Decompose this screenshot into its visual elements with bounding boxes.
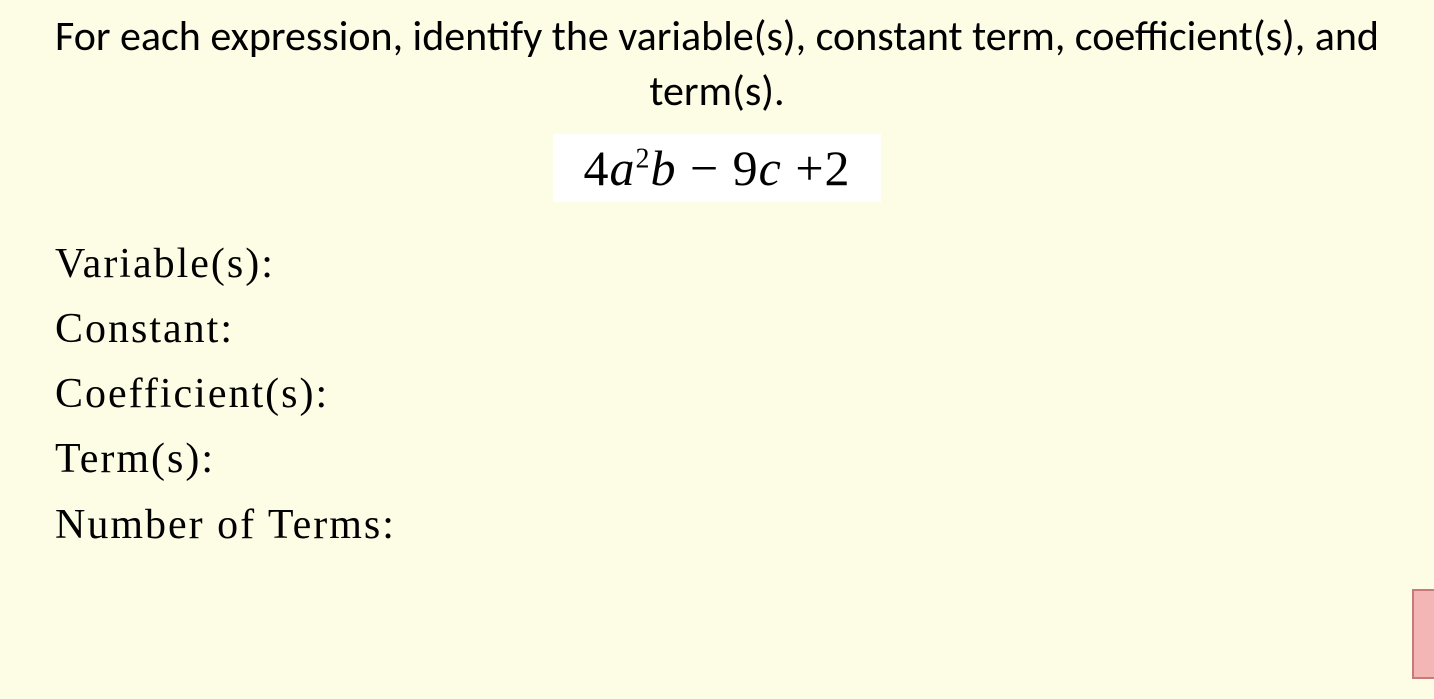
field-num-terms: Number of Terms:	[55, 493, 1434, 558]
expr-op-plus: +	[782, 140, 825, 196]
expr-var-c: c	[759, 140, 782, 196]
instruction-text: For each expression, identify the variab…	[0, 0, 1434, 119]
math-expression: 4a2b − 9c +2	[553, 134, 880, 202]
answer-fields: Variable(s): Constant: Coefficient(s): T…	[0, 232, 1434, 557]
expr-coeff-1: 4	[583, 140, 609, 196]
expr-constant: 2	[825, 140, 851, 196]
field-terms: Term(s):	[55, 427, 1434, 492]
expr-var-a: a	[609, 140, 635, 196]
expression-container: 4a2b − 9c +2	[0, 134, 1434, 202]
expr-exponent: 2	[635, 144, 650, 175]
field-constant: Constant:	[55, 297, 1434, 362]
field-variables: Variable(s):	[55, 232, 1434, 297]
expr-coeff-2: 9	[733, 140, 759, 196]
field-coefficients: Coefficient(s):	[55, 362, 1434, 427]
expr-var-b: b	[650, 140, 676, 196]
corner-decoration	[1412, 589, 1434, 679]
expr-op-minus: −	[676, 140, 732, 196]
